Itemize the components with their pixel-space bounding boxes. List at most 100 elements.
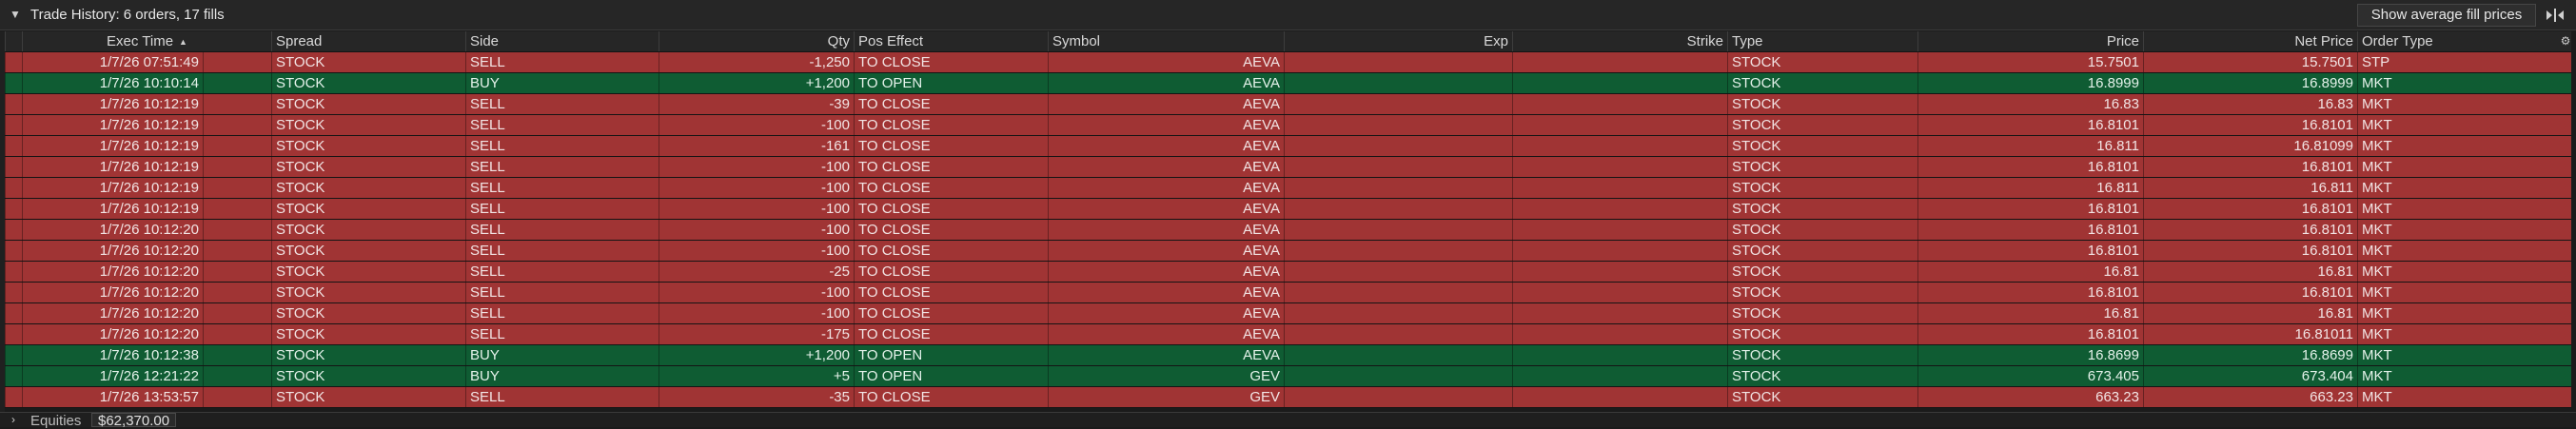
cell-order-type: MKT: [2357, 387, 2571, 407]
cell-exp: [1284, 157, 1512, 177]
cell-side: BUY: [465, 73, 659, 93]
footer-bar: › Equities $62,370.00: [0, 412, 2576, 428]
cell-pos-effect: TO CLOSE: [854, 324, 1048, 344]
cell-pos-effect: TO OPEN: [854, 73, 1048, 93]
table-row[interactable]: 1/7/26 10:10:14 STOCK BUY +1,200 TO OPEN…: [5, 73, 2571, 94]
cell-net-price: 16.81: [2143, 303, 2357, 323]
cell-price: 16.8101: [1917, 157, 2143, 177]
column-header-type[interactable]: Type: [1727, 31, 1917, 51]
cell-exp: [1284, 262, 1512, 282]
trade-history-table: Exec Time ▲ Spread Side Qty Pos Effect Sy…: [5, 31, 2571, 408]
cell-exp: [1284, 387, 1512, 407]
table-row[interactable]: 1/7/26 10:12:20 STOCK SELL -100 TO CLOSE…: [5, 241, 2571, 262]
column-header-net-price[interactable]: Net Price: [2143, 31, 2357, 51]
column-header-price[interactable]: Price: [1917, 31, 2143, 51]
cell-strike: [1512, 178, 1727, 198]
column-header-pos-effect[interactable]: Pos Effect: [854, 31, 1048, 51]
chevron-right-icon[interactable]: ›: [11, 413, 15, 427]
table-row[interactable]: 1/7/26 10:12:19 STOCK SELL -100 TO CLOSE…: [5, 178, 2571, 199]
cell-symbol: AEVA: [1048, 220, 1284, 240]
cell-qty: -175: [659, 324, 854, 344]
chevron-down-icon[interactable]: ▼: [10, 8, 21, 21]
column-header-side[interactable]: Side: [465, 31, 659, 51]
cell-net-price: 16.8699: [2143, 345, 2357, 365]
cell-qty: -35: [659, 387, 854, 407]
cell-order-type: MKT: [2357, 94, 2571, 114]
cell-price: 16.81: [1917, 303, 2143, 323]
cell-price: 16.8101: [1917, 220, 2143, 240]
row-spacer: [5, 157, 22, 177]
collapse-panel-icon[interactable]: [2541, 4, 2569, 27]
equities-label[interactable]: Equities: [30, 414, 81, 428]
cell-side: SELL: [465, 262, 659, 282]
column-header-exec-time-label: Exec Time: [107, 33, 174, 49]
cell-qty: -100: [659, 157, 854, 177]
cell-price: 16.811: [1917, 136, 2143, 156]
cell-order-type: STP: [2357, 52, 2571, 72]
cell-spread: STOCK: [271, 303, 465, 323]
cell-exp: [1284, 94, 1512, 114]
column-header-order-type[interactable]: Order Type: [2357, 31, 2559, 51]
trade-history-title: Trade History: 6 orders, 17 fills: [30, 7, 225, 23]
cell-pos-effect: TO CLOSE: [854, 178, 1048, 198]
cell-strike: [1512, 52, 1727, 72]
table-row[interactable]: 1/7/26 10:12:19 STOCK SELL -39 TO CLOSE …: [5, 94, 2571, 115]
cell-exec-time-pad: [203, 73, 271, 93]
cell-strike: [1512, 366, 1727, 386]
column-header-qty[interactable]: Qty: [659, 31, 854, 51]
cell-symbol: AEVA: [1048, 178, 1284, 198]
row-spacer: [5, 73, 22, 93]
show-average-fill-prices-button[interactable]: Show average fill prices: [2357, 4, 2536, 27]
column-header-exp[interactable]: Exp: [1284, 31, 1512, 51]
table-row[interactable]: 1/7/26 10:12:19 STOCK SELL -100 TO CLOSE…: [5, 157, 2571, 178]
cell-side: SELL: [465, 94, 659, 114]
cell-exec-time-pad: [203, 241, 271, 261]
column-header-symbol[interactable]: Symbol: [1048, 31, 1284, 51]
cell-type: STOCK: [1727, 52, 1917, 72]
table-row[interactable]: 1/7/26 07:51:49 STOCK SELL -1,250 TO CLO…: [5, 52, 2571, 73]
cell-qty: +1,200: [659, 73, 854, 93]
cell-order-type: MKT: [2357, 136, 2571, 156]
gear-icon[interactable]: ⚙: [2560, 31, 2571, 51]
row-spacer: [5, 283, 22, 302]
cell-type: STOCK: [1727, 115, 1917, 135]
cell-strike: [1512, 94, 1727, 114]
cell-symbol: AEVA: [1048, 283, 1284, 302]
table-row[interactable]: 1/7/26 10:12:19 STOCK SELL -100 TO CLOSE…: [5, 115, 2571, 136]
table-row[interactable]: 1/7/26 10:12:38 STOCK BUY +1,200 TO OPEN…: [5, 345, 2571, 366]
cell-net-price: 673.404: [2143, 366, 2357, 386]
column-header-exec-time[interactable]: Exec Time ▲: [22, 31, 271, 51]
cell-exp: [1284, 136, 1512, 156]
cell-spread: STOCK: [271, 136, 465, 156]
column-header-strike[interactable]: Strike: [1512, 31, 1727, 51]
cell-net-price: 16.81011: [2143, 324, 2357, 344]
cell-order-type: MKT: [2357, 73, 2571, 93]
cell-spread: STOCK: [271, 52, 465, 72]
table-row[interactable]: 1/7/26 13:53:57 STOCK SELL -35 TO CLOSE …: [5, 387, 2571, 408]
row-spacer: [5, 52, 22, 72]
table-row[interactable]: 1/7/26 10:12:20 STOCK SELL -25 TO CLOSE …: [5, 262, 2571, 283]
cell-price: 16.81: [1917, 262, 2143, 282]
cell-strike: [1512, 115, 1727, 135]
cell-exec-time-pad: [203, 136, 271, 156]
table-row[interactable]: 1/7/26 10:12:20 STOCK SELL -100 TO CLOSE…: [5, 303, 2571, 324]
table-row[interactable]: 1/7/26 10:12:20 STOCK SELL -100 TO CLOSE…: [5, 220, 2571, 241]
cell-exec-time: 1/7/26 10:12:20: [22, 324, 203, 344]
cell-exp: [1284, 220, 1512, 240]
cell-order-type: MKT: [2357, 324, 2571, 344]
cell-price: 16.811: [1917, 178, 2143, 198]
cell-exec-time: 1/7/26 10:12:20: [22, 283, 203, 302]
table-row[interactable]: 1/7/26 10:12:20 STOCK SELL -100 TO CLOSE…: [5, 283, 2571, 303]
cell-type: STOCK: [1727, 366, 1917, 386]
row-spacer: [5, 136, 22, 156]
cell-order-type: MKT: [2357, 303, 2571, 323]
table-row[interactable]: 1/7/26 10:12:19 STOCK SELL -100 TO CLOSE…: [5, 199, 2571, 220]
table-row[interactable]: 1/7/26 10:12:19 STOCK SELL -161 TO CLOSE…: [5, 136, 2571, 157]
cell-price: 673.405: [1917, 366, 2143, 386]
table-row[interactable]: 1/7/26 12:21:22 STOCK BUY +5 TO OPEN GEV…: [5, 366, 2571, 387]
cell-side: SELL: [465, 199, 659, 219]
cell-pos-effect: TO CLOSE: [854, 303, 1048, 323]
table-row[interactable]: 1/7/26 10:12:20 STOCK SELL -175 TO CLOSE…: [5, 324, 2571, 345]
cell-symbol: AEVA: [1048, 262, 1284, 282]
column-header-spread[interactable]: Spread: [271, 31, 465, 51]
